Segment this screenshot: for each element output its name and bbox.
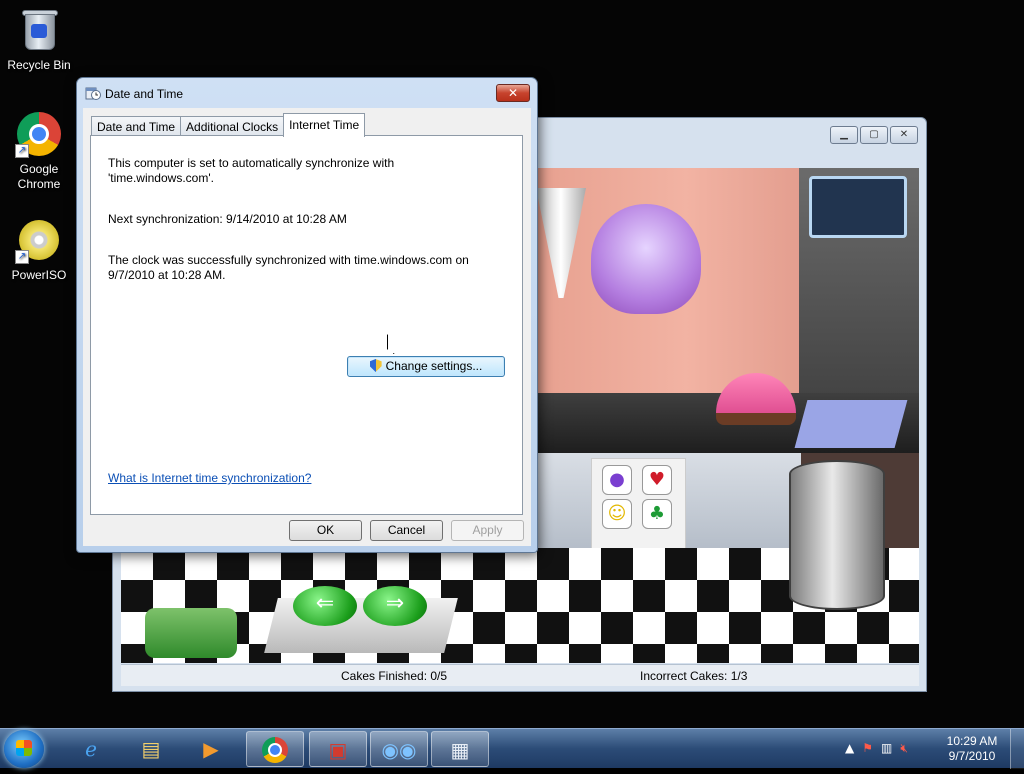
candy-dispenser [591,204,701,314]
clock-time: 10:29 AM [946,734,998,748]
tab-internet-time[interactable]: Internet Time [283,113,366,137]
action-center-flag-icon[interactable]: ⚑ [862,741,873,756]
gumdrops-decoration-button[interactable]: ● [602,465,632,495]
ok-button[interactable]: OK [289,520,362,541]
internet-explorer-icon: ℯ [85,737,97,761]
chrome-icon: ↗ [15,110,63,158]
windows-logo-icon [16,740,32,756]
heart-decoration-button[interactable]: ♥ [642,465,672,495]
show-desktop-button[interactable] [1010,729,1024,769]
clock-date: 9/7/2010 [948,749,996,763]
desktop: Recycle Bin ↗ Google Chrome ↗ PowerISO ▁… [0,0,1024,728]
desktop-icon-google-chrome[interactable]: ↗ Google Chrome [1,110,77,192]
smiley-decoration-button[interactable]: ☺ [602,499,632,529]
minimize-button[interactable]: ▁ [830,126,858,144]
next-sync-text: Next synchronization: 9/14/2010 at 10:28… [108,212,347,226]
toolbox-icon: ▣ [328,738,348,762]
dialog-title: Date and Time [105,87,184,101]
desktop-icon-poweriso[interactable]: ↗ PowerISO [1,216,77,283]
recycle-bin-icon [15,6,63,54]
chrome-icon [262,737,288,763]
taskbar-date-time[interactable]: ▦ [431,731,489,767]
taskbar: ℯ ▤ ▶ ▣ ◉◉ ▦ ▲ ⚑ ▥ 🔇︎ 10:29 AM 9/7/2010 [0,728,1024,769]
maximize-button[interactable]: ▢ [860,126,888,144]
sync-description: This computer is set to automatically sy… [108,156,395,185]
game-window-controls: ▁ ▢ ✕ [830,126,918,144]
dialog-close-button[interactable]: ✕ [496,84,530,102]
taskbar-toolbox-app[interactable]: ▣ [309,731,367,767]
change-settings-label: Change settings... [385,359,483,373]
poweriso-icon: ↗ [15,216,63,264]
taskbar-internet-explorer[interactable]: ℯ [62,731,120,767]
media-player-icon: ▶ [203,737,219,761]
order-screen [809,176,907,238]
volume-muted-icon[interactable]: 🔇︎ [900,741,908,756]
folder-icon: ▤ [141,737,161,761]
last-sync-text: The clock was successfully synchronized … [108,253,469,282]
desktop-icon-label: PowerISO [11,268,67,282]
apply-button[interactable]: Apply [451,520,524,541]
cancel-button[interactable]: Cancel [370,520,443,541]
taskbar-purble-place[interactable]: ◉◉ [370,731,428,767]
belt-right-button[interactable]: ⇒ [363,586,427,626]
internet-time-panel: This computer is set to automatically sy… [90,135,523,515]
calendar-clock-icon: ▦ [450,738,470,762]
desktop-icon-label: Google Chrome [17,162,61,191]
purble-eyes-icon: ◉◉ [381,738,417,762]
change-settings-button[interactable]: Change settings... [347,356,505,377]
incorrect-cakes-status: Incorrect Cakes: 1/3 [640,669,748,683]
taskbar-chrome[interactable] [246,731,304,767]
clock-calendar-icon [85,87,101,100]
start-button[interactable] [4,730,44,768]
taskbar-media-player[interactable]: ▶ [182,731,240,767]
uac-shield-icon [369,359,382,372]
clover-decoration-button[interactable]: ♣ [642,499,672,529]
desktop-icon-recycle-bin[interactable]: Recycle Bin [1,6,77,73]
dialog-tabs: Date and Time Additional Clocks Internet… [91,113,366,137]
decoration-panel: ● ♥ ☺ ♣ [591,458,686,558]
desktop-icon-label: Recycle Bin [7,58,71,72]
star-tray [794,400,908,448]
home-button[interactable] [145,608,237,658]
game-status-bar: Cakes Finished: 0/5 Incorrect Cakes: 1/3 [121,664,919,686]
help-link[interactable]: What is Internet time synchronization? [108,471,311,485]
shortcut-arrow-icon: ↗ [15,144,29,158]
show-hidden-icons-icon[interactable]: ▲ [845,741,854,756]
belt-left-button[interactable]: ⇐ [293,586,357,626]
dialog-body: Date and Time Additional Clocks Internet… [83,108,531,546]
taskbar-clock[interactable]: 10:29 AM 9/7/2010 [940,734,1004,764]
cakes-finished-status: Cakes Finished: 0/5 [341,669,448,683]
close-button[interactable]: ✕ [890,126,918,144]
tab-additional-clocks[interactable]: Additional Clocks [180,116,285,136]
trash-can[interactable] [789,460,885,610]
notification-area: ▲ ⚑ ▥ 🔇︎ [845,741,908,756]
taskbar-explorer[interactable]: ▤ [122,731,180,767]
date-time-dialog: Date and Time ✕ Date and Time Additional… [76,77,538,553]
shortcut-arrow-icon: ↗ [15,250,29,264]
network-icon[interactable]: ▥ [881,741,892,756]
tab-date-and-time[interactable]: Date and Time [91,116,182,136]
